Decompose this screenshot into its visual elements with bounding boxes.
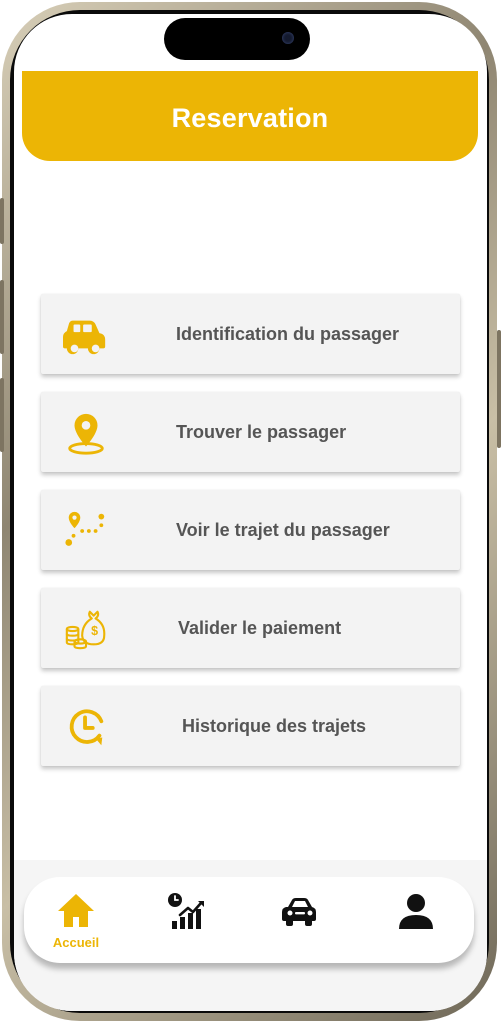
bottom-nav: Accueil	[24, 877, 474, 963]
car-icon	[63, 320, 106, 355]
nav-label-accueil: Accueil	[52, 935, 100, 950]
app-screen: Reservation Identification du passager T…	[14, 14, 487, 1011]
menu-label: Trouver le passager	[176, 422, 347, 442]
car-icon	[282, 898, 316, 926]
dynamic-island	[164, 18, 310, 60]
menu-item-paiement[interactable]: $ Valider le paiement	[41, 588, 460, 668]
side-button	[0, 198, 4, 244]
route-icon	[65, 511, 105, 546]
nav-item-accueil[interactable]: Accueil	[36, 877, 116, 963]
page-title: Reservation	[171, 103, 329, 133]
location-pin-icon	[68, 413, 104, 455]
menu-label: Voir le trajet du passager	[176, 520, 390, 540]
nav-item-statistiques[interactable]	[146, 877, 226, 963]
home-icon	[58, 894, 94, 927]
menu-label: Historique des trajets	[182, 716, 367, 736]
nav-item-courses[interactable]	[260, 877, 340, 963]
camera-icon	[282, 32, 294, 44]
power-button	[497, 330, 501, 448]
nav-item-profil[interactable]	[376, 877, 456, 963]
menu-label: Identification du passager	[176, 324, 400, 344]
menu-label: Valider le paiement	[178, 618, 342, 638]
menu-item-trouver[interactable]: Trouver le passager	[41, 392, 460, 472]
menu-item-trajet[interactable]: Voir le trajet du passager	[41, 490, 460, 570]
money-bag-icon: $	[65, 610, 106, 650]
volume-up-button	[0, 280, 4, 354]
history-clock-icon	[69, 709, 104, 746]
svg-text:$: $	[91, 624, 98, 638]
menu-item-identification[interactable]: Identification du passager	[41, 294, 460, 374]
stats-chart-icon	[168, 893, 204, 929]
volume-down-button	[0, 378, 4, 452]
menu-item-historique[interactable]: Historique des trajets	[41, 686, 460, 766]
user-icon	[399, 894, 433, 929]
app-header: Reservation	[22, 71, 478, 161]
